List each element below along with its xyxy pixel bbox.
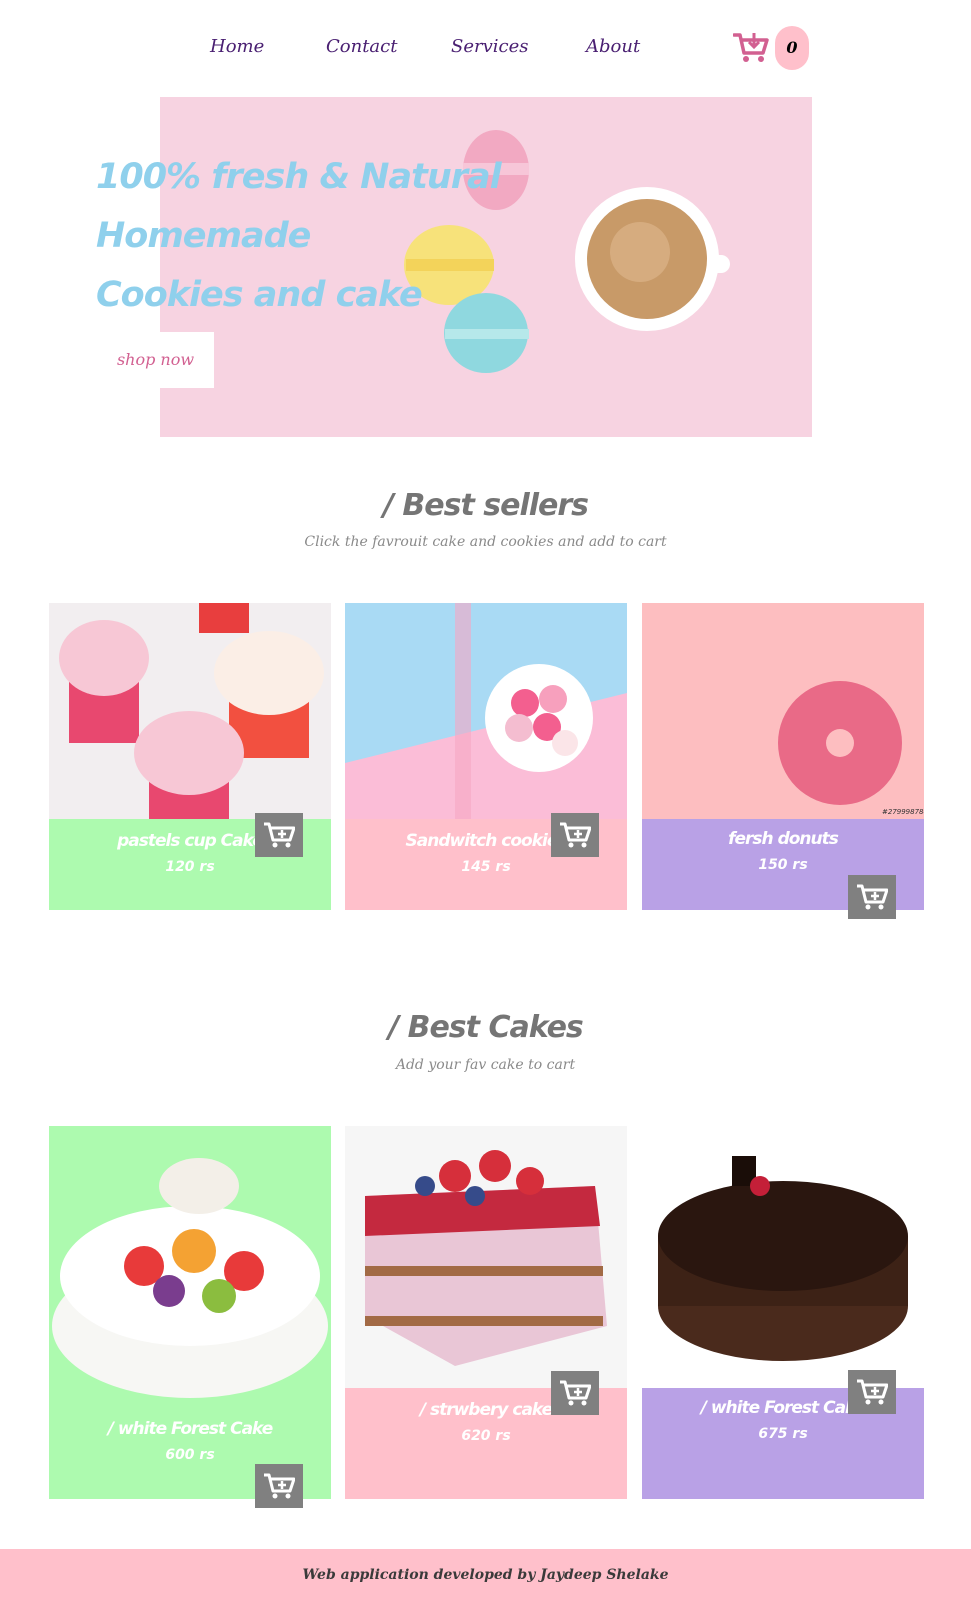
chocolate-cake-image [642,1126,924,1388]
add-to-cart-button[interactable] [255,813,303,857]
add-to-cart-button[interactable] [848,1370,896,1414]
add-to-cart-button[interactable] [551,813,599,857]
product-card-pastels-cup-cake: pastels cup Cake 120 rs [49,603,331,910]
nav-link-about[interactable]: About [586,36,640,57]
product-card-sandwich-cookies: Sandwitch cookies 145 rs [345,603,627,910]
footer: Web application developed by Jaydeep She… [0,1549,971,1601]
product-price: 675 rs [758,1426,808,1442]
hero-title-line-2: Homemade [96,216,311,256]
cart-button[interactable]: 0 [733,26,815,70]
hero-title: 100% fresh & Natural Homemade Cookies an… [96,148,502,325]
add-to-cart-button[interactable] [255,1464,303,1508]
add-to-cart-button[interactable] [551,1371,599,1415]
add-to-cart-icon [264,822,295,848]
top-nav: Home Contact Services About [0,28,971,72]
nav-link-contact[interactable]: Contact [326,36,397,57]
image-watermark: #279998784 [882,808,924,816]
add-to-cart-icon [857,884,888,910]
product-price: 120 rs [165,859,215,875]
hero-title-line-3: Cookies and cake [96,275,423,315]
add-to-cart-icon [560,1380,591,1406]
shop-now-button[interactable]: shop now [97,332,214,388]
add-to-cart-icon [857,1379,888,1405]
product-name: fersh donuts [728,829,839,849]
best-sellers-title: / Best sellers [382,488,589,523]
hero-title-line-1: 100% fresh & Natural [96,157,502,197]
nav-link-home[interactable]: Home [210,36,264,57]
best-sellers-subtitle: Click the favrouit cake and cookies and … [304,534,667,550]
cart-count-badge: 0 [775,26,809,70]
product-card-white-forest-cake-2: / white Forest Cake 675 rs [642,1126,924,1499]
add-to-cart-icon [264,1473,295,1499]
product-price: 150 rs [758,857,808,873]
best-cakes-subtitle: Add your fav cake to cart [395,1057,576,1073]
product-price: 145 rs [461,859,511,875]
cart-download-icon [733,33,769,62]
product-price: 620 rs [461,1428,511,1444]
footer-credit: Web application developed by Jaydeep She… [302,1567,669,1583]
nav-link-services[interactable]: Services [451,36,528,57]
product-card-white-forest-cake-1: / white Forest Cake 600 rs [49,1126,331,1508]
product-name: / white Forest Cake [107,1419,274,1439]
donut-image: #279998784 [642,603,924,819]
macarons-plate-image [345,603,627,819]
product-card-fresh-donuts: #279998784 fersh donuts 150 rs [642,603,924,919]
best-cakes-title: / Best Cakes [388,1010,584,1045]
product-card-strawberry-cake: / strwbery cake 620 rs [345,1126,627,1499]
strawberry-cake-image [345,1126,627,1388]
cupcakes-image [49,603,331,819]
product-price: 600 rs [165,1447,215,1463]
add-to-cart-button[interactable] [848,875,896,919]
add-to-cart-icon [560,822,591,848]
